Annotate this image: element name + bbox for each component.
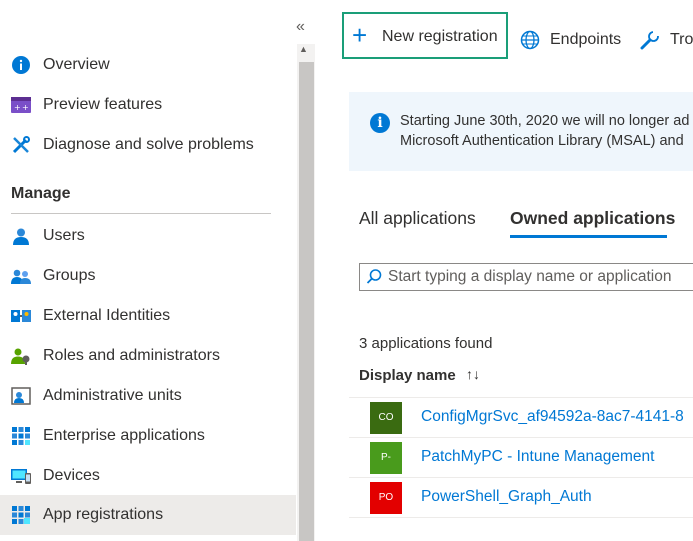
roles-icon xyxy=(10,345,32,367)
svg-text:+: + xyxy=(14,103,21,112)
sidebar-item-overview[interactable]: Overview xyxy=(0,45,296,85)
sidebar-nav: Overview + + Preview features Diagnose an… xyxy=(0,0,296,541)
sidebar-item-diagnose[interactable]: Diagnose and solve problems xyxy=(0,125,296,165)
search-box[interactable] xyxy=(359,263,693,291)
sidebar-item-label: Groups xyxy=(43,267,96,284)
search-input[interactable] xyxy=(388,266,693,288)
table-row[interactable]: CO ConfigMgrSvc_af94592a-8ac7-4141-8 xyxy=(349,397,693,438)
sidebar-item-label: Preview features xyxy=(43,96,163,113)
sidebar-item-roles[interactable]: Roles and administrators xyxy=(0,336,296,376)
sidebar-item-label: Diagnose and solve problems xyxy=(43,136,254,153)
enterprise-apps-icon xyxy=(10,425,32,447)
app-name-link[interactable]: ConfigMgrSvc_af94592a-8ac7-4141-8 xyxy=(421,408,684,426)
sidebar-item-users[interactable]: Users xyxy=(0,216,296,256)
wrench-icon xyxy=(640,30,660,50)
banner-text-line1: Starting June 30th, 2020 we will no long… xyxy=(400,113,690,129)
troubleshooting-label: Tro xyxy=(670,31,693,48)
info-icon xyxy=(10,54,32,76)
sidebar-item-groups[interactable]: Groups xyxy=(0,256,296,296)
info-icon: i xyxy=(370,113,390,133)
sidebar-item-devices[interactable]: Devices xyxy=(0,456,296,496)
scroll-up-arrow-icon[interactable]: ▲ xyxy=(299,44,308,54)
sidebar-item-administrative-units[interactable]: Administrative units xyxy=(0,376,296,416)
endpoints-button[interactable]: Endpoints xyxy=(520,24,621,56)
sidebar-item-label: Overview xyxy=(43,56,110,73)
sidebar-item-label: Administrative units xyxy=(43,387,182,404)
collapse-sidebar-icon[interactable]: « xyxy=(296,18,305,36)
tools-icon xyxy=(10,134,32,156)
app-registrations-icon xyxy=(10,504,32,526)
sidebar-item-app-registrations[interactable]: App registrations xyxy=(0,495,296,535)
sidebar-item-label: Devices xyxy=(43,467,100,484)
results-count: 3 applications found xyxy=(359,335,493,352)
tab-all-applications[interactable]: All applications xyxy=(359,208,476,229)
sidebar-item-label: Users xyxy=(43,227,85,244)
sidebar-scrollbar-thumb[interactable] xyxy=(299,62,314,541)
devices-icon xyxy=(10,465,32,487)
preview-features-icon: + + xyxy=(10,94,32,116)
svg-text:+: + xyxy=(22,103,29,112)
app-initials-badge: P- xyxy=(370,442,402,474)
search-icon xyxy=(366,268,382,291)
active-tab-indicator xyxy=(510,235,667,238)
app-initials-badge: PO xyxy=(370,482,402,514)
tab-owned-applications[interactable]: Owned applications xyxy=(510,208,675,229)
banner-text-line2: Microsoft Authentication Library (MSAL) … xyxy=(400,133,684,149)
sidebar-item-label: External Identities xyxy=(43,307,171,324)
external-identities-icon xyxy=(10,305,32,327)
new-registration-label: New registration xyxy=(382,28,498,45)
sidebar-item-enterprise-applications[interactable]: Enterprise applications xyxy=(0,416,296,456)
table-row[interactable]: P- PatchMyPC - Intune Management xyxy=(349,437,693,478)
sidebar-item-label: App registrations xyxy=(43,506,164,523)
troubleshooting-button[interactable]: Tro xyxy=(640,24,693,56)
groups-icon xyxy=(10,265,32,287)
section-title-manage: Manage xyxy=(11,185,71,202)
endpoints-label: Endpoints xyxy=(550,31,622,48)
info-banner: i Starting June 30th, 2020 we will no lo… xyxy=(349,92,693,171)
sidebar-item-preview-features[interactable]: + + Preview features xyxy=(0,85,296,125)
app-initials-badge: CO xyxy=(370,402,402,434)
globe-icon xyxy=(520,30,540,50)
user-icon xyxy=(10,225,32,247)
app-name-link[interactable]: PowerShell_Graph_Auth xyxy=(421,488,592,506)
column-header-display-name[interactable]: Display name xyxy=(359,367,456,384)
app-name-link[interactable]: PatchMyPC - Intune Management xyxy=(421,448,654,466)
new-registration-button[interactable]: + New registration xyxy=(342,12,508,59)
sidebar-item-external-identities[interactable]: External Identities xyxy=(0,296,296,336)
table-bottom-divider xyxy=(349,517,693,518)
admin-units-icon xyxy=(10,385,32,407)
sidebar-item-label: Enterprise applications xyxy=(43,427,205,444)
table-row[interactable]: PO PowerShell_Graph_Auth xyxy=(349,477,693,518)
section-divider xyxy=(11,213,271,214)
sidebar-item-label: Roles and administrators xyxy=(43,347,220,364)
sort-arrows-icon[interactable]: ↑↓ xyxy=(466,366,480,382)
plus-icon: + xyxy=(352,20,368,50)
